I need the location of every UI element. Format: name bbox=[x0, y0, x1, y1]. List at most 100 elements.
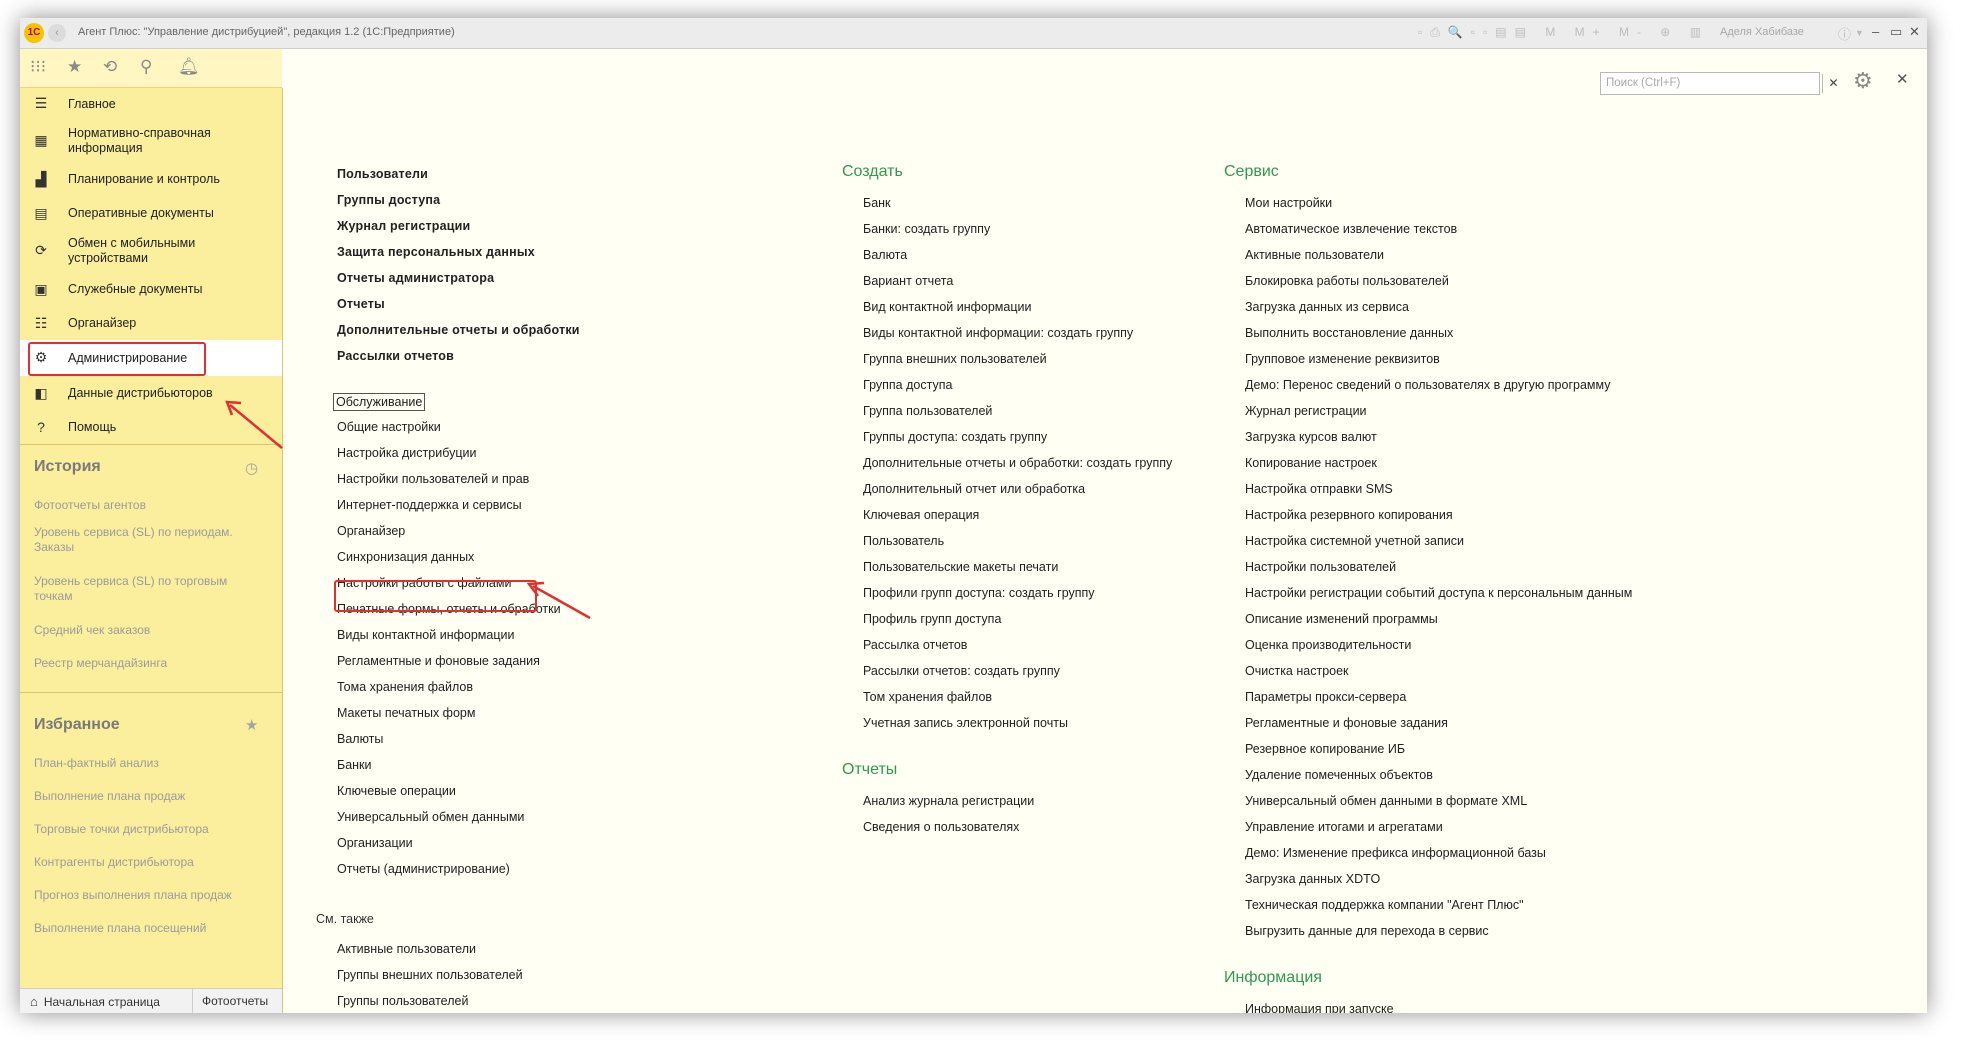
service-link[interactable]: Загрузка данных XDTO bbox=[1245, 872, 1380, 886]
sidebar-item-help[interactable]: ? Помощь bbox=[20, 410, 282, 444]
admin-link[interactable]: Рассылки отчетов bbox=[337, 349, 454, 363]
info-icon[interactable]: ⓘ bbox=[1838, 24, 1851, 43]
service-link[interactable]: Выгрузить данные для перехода в сервис bbox=[1245, 924, 1489, 938]
admin-link[interactable]: Универсальный обмен данными bbox=[337, 810, 524, 824]
admin-link[interactable]: Макеты печатных форм bbox=[337, 706, 475, 720]
sidebar-item-planning[interactable]: ▟ Планирование и контроль bbox=[20, 162, 282, 196]
service-link[interactable]: Активные пользователи bbox=[1245, 248, 1384, 262]
sidebar-item-operative-docs[interactable]: ▤ Оперативные документы bbox=[20, 196, 282, 230]
history-item[interactable]: Уровень сервиса (SL) по периодам. Заказы bbox=[34, 525, 264, 555]
sidebar-item-main[interactable]: ☰ Главное bbox=[20, 88, 282, 120]
current-user[interactable]: Аделя Хабибазе bbox=[1720, 26, 1804, 38]
service-link[interactable]: Настройки регистрации событий доступа к … bbox=[1245, 586, 1632, 600]
back-icon[interactable]: ‹ bbox=[48, 24, 66, 42]
create-link[interactable]: Рассылка отчетов bbox=[863, 638, 967, 652]
history-icon[interactable]: ◷ bbox=[245, 459, 258, 477]
dropdown-icon[interactable]: ▼ bbox=[1855, 28, 1864, 38]
service-link[interactable]: Загрузка курсов валют bbox=[1245, 430, 1377, 444]
create-link[interactable]: Группы доступа: создать группу bbox=[863, 430, 1047, 444]
service-link[interactable]: Универсальный обмен данными в формате XM… bbox=[1245, 794, 1527, 808]
clear-search-icon[interactable]: ✕ bbox=[1822, 74, 1844, 93]
admin-link[interactable]: Группы доступа bbox=[337, 193, 440, 207]
create-link[interactable]: Ключевая операция bbox=[863, 508, 979, 522]
service-link[interactable]: Резервное копирование ИБ bbox=[1245, 742, 1405, 756]
admin-link[interactable]: Органайзер bbox=[337, 524, 405, 538]
service-link[interactable]: Удаление помеченных объектов bbox=[1245, 768, 1433, 782]
search-icon[interactable]: ⚲ bbox=[140, 57, 152, 77]
admin-link[interactable]: Обслуживание bbox=[332, 393, 426, 411]
close-window-icon[interactable]: ✕ bbox=[1909, 24, 1920, 40]
service-link[interactable]: Загрузка данных из сервиса bbox=[1245, 300, 1409, 314]
admin-link[interactable]: Ключевые операции bbox=[337, 784, 456, 798]
create-link[interactable]: Профиль групп доступа bbox=[863, 612, 1001, 626]
favorites-star-icon[interactable]: ★ bbox=[67, 57, 82, 77]
settings-gear-icon[interactable]: ⚙ bbox=[1853, 68, 1873, 94]
create-link[interactable]: Валюта bbox=[863, 248, 907, 262]
sidebar-item-service-docs[interactable]: ▣ Служебные документы bbox=[20, 272, 282, 306]
minimize-icon[interactable]: – bbox=[1872, 24, 1879, 39]
admin-link[interactable]: Регламентные и фоновые задания bbox=[337, 654, 540, 668]
admin-link[interactable]: Валюты bbox=[337, 732, 383, 746]
history-icon[interactable]: ⟲ bbox=[103, 57, 117, 77]
service-link[interactable]: Регламентные и фоновые задания bbox=[1245, 716, 1448, 730]
create-link[interactable]: Виды контактной информации: создать груп… bbox=[863, 326, 1133, 340]
sidebar-item-distributor-data[interactable]: ◧ Данные дистрибьюторов bbox=[20, 376, 282, 410]
history-item[interactable]: Реестр мерчандайзинга bbox=[34, 656, 264, 671]
create-link[interactable]: Вид контактной информации bbox=[863, 300, 1031, 314]
create-link[interactable]: Том хранения файлов bbox=[863, 690, 992, 704]
create-link[interactable]: Рассылки отчетов: создать группу bbox=[863, 664, 1060, 678]
service-link[interactable]: Настройки пользователей bbox=[1245, 560, 1396, 574]
tab-home[interactable]: ⌂ Начальная страница bbox=[30, 989, 193, 1013]
admin-link[interactable]: Отчеты bbox=[337, 297, 385, 311]
service-link[interactable]: Параметры прокси-сервера bbox=[1245, 690, 1406, 704]
see-also-link[interactable]: Активные пользователи bbox=[337, 942, 476, 956]
service-link[interactable]: Групповое изменение реквизитов bbox=[1245, 352, 1440, 366]
see-also-link[interactable]: Группы внешних пользователей bbox=[337, 968, 523, 982]
admin-link[interactable]: Общие настройки bbox=[337, 420, 441, 434]
favorite-item[interactable]: Выполнение плана посещений bbox=[34, 921, 264, 936]
history-item[interactable]: Уровень сервиса (SL) по торговым точкам bbox=[34, 574, 264, 604]
history-item[interactable]: Фотоотчеты агентов bbox=[34, 498, 264, 513]
create-link[interactable]: Учетная запись электронной почты bbox=[863, 716, 1068, 730]
sidebar-item-organizer[interactable]: ☷ Органайзер bbox=[20, 306, 282, 340]
admin-link[interactable]: Синхронизация данных bbox=[337, 550, 474, 564]
create-link[interactable]: Банки: создать группу bbox=[863, 222, 990, 236]
service-link[interactable]: Описание изменений программы bbox=[1245, 612, 1438, 626]
admin-link[interactable]: Виды контактной информации bbox=[337, 628, 514, 642]
apps-grid-icon[interactable]: ⁝⁝⁝ bbox=[30, 57, 46, 77]
favorite-item[interactable]: Контрагенты дистрибьютора bbox=[34, 855, 264, 870]
bell-icon[interactable]: 🔔︎ bbox=[178, 57, 200, 77]
admin-link[interactable]: Банки bbox=[337, 758, 372, 772]
admin-link[interactable]: Пользователи bbox=[337, 167, 428, 181]
favorites-star-icon[interactable]: ★ bbox=[245, 716, 258, 734]
search-input[interactable]: Поиск (Ctrl+F) ✕ bbox=[1600, 72, 1839, 95]
service-link[interactable]: Демо: Перенос сведений о пользователях в… bbox=[1245, 378, 1611, 392]
favorite-item[interactable]: Выполнение плана продаж bbox=[34, 789, 264, 804]
service-link[interactable]: Блокировка работы пользователей bbox=[1245, 274, 1449, 288]
history-item[interactable]: Средний чек заказов bbox=[34, 623, 264, 638]
service-link[interactable]: Демо: Изменение префикса информационной … bbox=[1245, 846, 1546, 860]
admin-link[interactable]: Отчеты (администрирование) bbox=[337, 862, 510, 876]
admin-link[interactable]: Защита персональных данных bbox=[337, 245, 535, 259]
sidebar-item-mobile-exchange[interactable]: ⟳ Обмен с мобильными устройствами bbox=[20, 230, 282, 272]
service-link[interactable]: Настройка отправки SMS bbox=[1245, 482, 1393, 496]
admin-link[interactable]: Настройка дистрибуции bbox=[337, 446, 476, 460]
create-link[interactable]: Пользовательские макеты печати bbox=[863, 560, 1058, 574]
service-link[interactable]: Настройка резервного копирования bbox=[1245, 508, 1453, 522]
service-link[interactable]: Оценка производительности bbox=[1245, 638, 1411, 652]
close-panel-icon[interactable]: ✕ bbox=[1896, 70, 1909, 88]
admin-link[interactable]: Дополнительные отчеты и обработки bbox=[337, 323, 580, 337]
admin-link[interactable]: Тома хранения файлов bbox=[337, 680, 473, 694]
admin-link[interactable]: Журнал регистрации bbox=[337, 219, 470, 233]
create-link[interactable]: Пользователь bbox=[863, 534, 944, 548]
tab-photo-reports[interactable]: Фотоотчеты bbox=[202, 989, 268, 1013]
create-link[interactable]: Банк bbox=[863, 196, 891, 210]
create-link[interactable]: Дополнительный отчет или обработка bbox=[863, 482, 1085, 496]
create-link[interactable]: Группа внешних пользователей bbox=[863, 352, 1047, 366]
favorite-item[interactable]: Прогноз выполнения плана продаж bbox=[34, 888, 264, 903]
admin-link[interactable]: Отчеты администратора bbox=[337, 271, 494, 285]
favorite-item[interactable]: Торговые точки дистрибьютора bbox=[34, 822, 264, 837]
create-link[interactable]: Группа доступа bbox=[863, 378, 952, 392]
admin-link[interactable]: Настройки пользователей и прав bbox=[337, 472, 529, 486]
service-link[interactable]: Управление итогами и агрегатами bbox=[1245, 820, 1443, 834]
